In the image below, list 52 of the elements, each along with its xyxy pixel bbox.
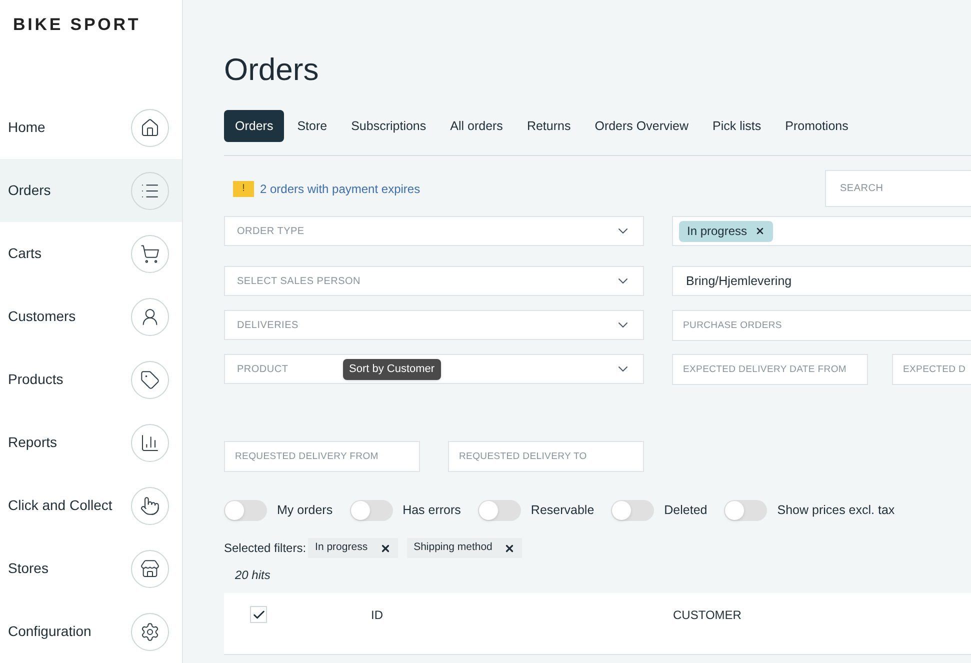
warning-badge: !	[233, 180, 254, 196]
status-tag: In progress	[679, 220, 774, 242]
user-icon	[140, 306, 160, 326]
bar-chart-icon	[140, 432, 160, 452]
tab[interactable]: Promotions	[774, 110, 860, 142]
tab[interactable]: Subscriptions	[340, 110, 438, 142]
expected-delivery-from-field[interactable]: EXPECTED DELIVERY DATE FROM	[672, 354, 868, 385]
sidebar-item[interactable]: Orders	[0, 159, 182, 222]
toggle-label: Show prices excl. tax	[777, 502, 895, 520]
toggle-switch[interactable]	[611, 500, 654, 521]
settings-icon	[140, 622, 160, 642]
remove-icon[interactable]	[504, 542, 516, 554]
select-all-checkbox[interactable]	[250, 606, 267, 623]
toggle-label: My orders	[277, 502, 333, 520]
payment-expires-link[interactable]: 2 orders with payment expires	[260, 180, 420, 198]
house-icon	[140, 118, 160, 138]
toggle-label: Deleted	[664, 502, 708, 520]
column-header[interactable]: ID	[371, 606, 673, 624]
toggle-switch[interactable]	[724, 500, 768, 521]
selected-filters-label: Selected filters:	[224, 540, 306, 557]
purchase-orders-field[interactable]: PURCHASE ORDERS	[672, 310, 971, 341]
brand-logo: BIKE SPORT	[12, 14, 142, 36]
page-title: Orders	[224, 52, 320, 88]
filter-chip: Shipping method	[406, 538, 522, 558]
cart-icon	[140, 244, 160, 264]
toggle-switch[interactable]	[478, 500, 521, 521]
search-field[interactable]: SEARCH	[825, 170, 971, 207]
hand-pointer-icon	[140, 496, 160, 516]
remove-icon[interactable]	[755, 226, 766, 236]
expected-delivery-to-field[interactable]: EXPECTED D	[892, 354, 971, 385]
tab[interactable]: Pick lists	[702, 110, 772, 142]
tab[interactable]: Store	[286, 110, 338, 142]
check-icon	[252, 608, 266, 622]
toggle-switch[interactable]	[224, 500, 267, 521]
remove-icon[interactable]	[380, 542, 391, 554]
store-icon	[140, 558, 160, 578]
tab[interactable]: Returns	[516, 110, 582, 142]
tab[interactable]: All orders	[439, 110, 514, 142]
hits-count: 20 hits	[235, 567, 272, 584]
toggle-label: Reservable	[530, 502, 594, 520]
tag-icon	[140, 370, 160, 390]
tab[interactable]: Orders Overview	[584, 110, 700, 142]
filter-chip: In progress	[308, 538, 398, 558]
toggle-switch[interactable]	[350, 500, 393, 521]
requested-delivery-to-field[interactable]: REQUESTED DELIVERY TO	[448, 441, 644, 472]
shipping-method-select[interactable]: Bring/Hjemlevering	[672, 266, 971, 296]
status-select[interactable]: In progress	[672, 216, 971, 246]
requested-delivery-from-field[interactable]: REQUESTED DELIVERY FROM	[224, 441, 420, 472]
column-header[interactable]: CUSTOMER	[673, 606, 742, 624]
tab[interactable]: Orders	[224, 110, 284, 142]
toggle-label: Has errors	[402, 502, 461, 520]
tooltip: Sort by Customer	[343, 359, 441, 380]
